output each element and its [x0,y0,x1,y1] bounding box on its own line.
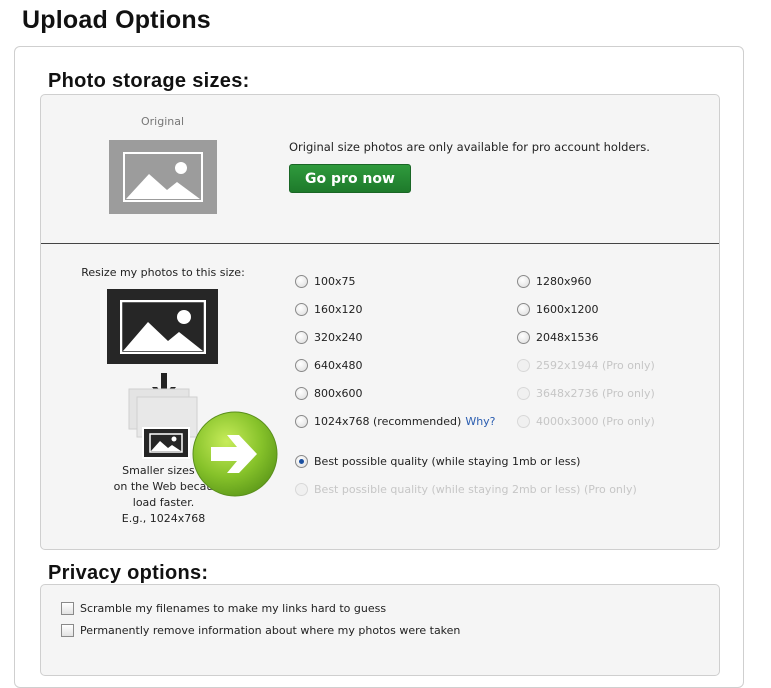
original-photo-icon [109,140,217,214]
remove-location-option[interactable]: Permanently remove information about whe… [61,624,460,637]
photo-storage-title: Photo storage sizes: [48,70,250,92]
size-option-label: 800x600 [314,387,363,400]
why-link[interactable]: Why? [465,415,495,428]
page-title: Upload Options [22,6,211,34]
quality-option-label: Best possible quality (while staying 1mb… [314,455,581,468]
checkbox[interactable] [61,602,74,615]
size-option-label: 1280x960 [536,275,592,288]
radio-button[interactable] [517,275,530,288]
radio-button[interactable] [517,331,530,344]
checkbox[interactable] [61,624,74,637]
quality-option-label: Best possible quality (while staying 2mb… [314,483,637,496]
size-option-320x240[interactable]: 320x240 [295,331,363,344]
original-label: Original [140,115,185,128]
size-option-2048x1536[interactable]: 2048x1536 [517,331,599,344]
size-option-label: 4000x3000 (Pro only) [536,415,655,428]
pro-note-text: Original size photos are only available … [289,140,650,154]
radio-button [295,483,308,496]
size-option-label: 160x120 [314,303,363,316]
radio-button[interactable] [295,415,308,428]
size-option-label: 640x480 [314,359,363,372]
radio-button[interactable] [295,303,308,316]
quality-option-2mb: Best possible quality (while staying 2mb… [295,483,637,496]
caption-line: E.g., 1024x768 [121,512,206,525]
radio-button [517,387,530,400]
size-option-640x480[interactable]: 640x480 [295,359,363,372]
size-option-4000x3000: 4000x3000 (Pro only) [517,415,655,428]
size-option-label: 3648x2736 (Pro only) [536,387,655,400]
privacy-options-box: Scramble my filenames to make my links h… [40,584,720,676]
quality-option-1mb[interactable]: Best possible quality (while staying 1mb… [295,455,580,468]
size-option-3648x2736: 3648x2736 (Pro only) [517,387,655,400]
privacy-options-title: Privacy options: [48,562,209,584]
radio-button[interactable] [517,303,530,316]
size-option-100x75[interactable]: 100x75 [295,275,356,288]
radio-button[interactable] [295,359,308,372]
size-option-label: 320x240 [314,331,363,344]
large-photo-icon [107,289,218,364]
radio-button[interactable] [295,387,308,400]
size-option-label: 100x75 [314,275,356,288]
size-option-label: 2592x1944 (Pro only) [536,359,655,372]
checkbox-label: Scramble my filenames to make my links h… [80,602,387,615]
small-photo-icon [142,427,190,459]
scramble-filenames-option[interactable]: Scramble my filenames to make my links h… [61,602,386,615]
size-option-1600x1200[interactable]: 1600x1200 [517,303,599,316]
size-option-800x600[interactable]: 800x600 [295,387,363,400]
size-option-160x120[interactable]: 160x120 [295,303,363,316]
radio-button [517,359,530,372]
section-divider [41,243,719,244]
radio-button-selected[interactable] [295,455,308,468]
radio-button[interactable] [295,275,308,288]
size-option-1280x960[interactable]: 1280x960 [517,275,592,288]
size-option-2592x1944: 2592x1944 (Pro only) [517,359,655,372]
radio-button [517,415,530,428]
size-option-1024x768[interactable]: 1024x768 (recommended) Why? [295,415,496,428]
resize-label: Resize my photos to this size: [81,266,245,279]
size-option-label: 1024x768 (recommended) [314,415,462,428]
photo-storage-box: Original Original size photos are only a… [40,94,720,550]
checkbox-label: Permanently remove information about whe… [80,624,461,637]
radio-button[interactable] [295,331,308,344]
size-option-label: 2048x1536 [536,331,599,344]
go-pro-button[interactable]: Go pro now [289,164,411,193]
right-arrow-icon [192,411,278,497]
size-option-label: 1600x1200 [536,303,599,316]
